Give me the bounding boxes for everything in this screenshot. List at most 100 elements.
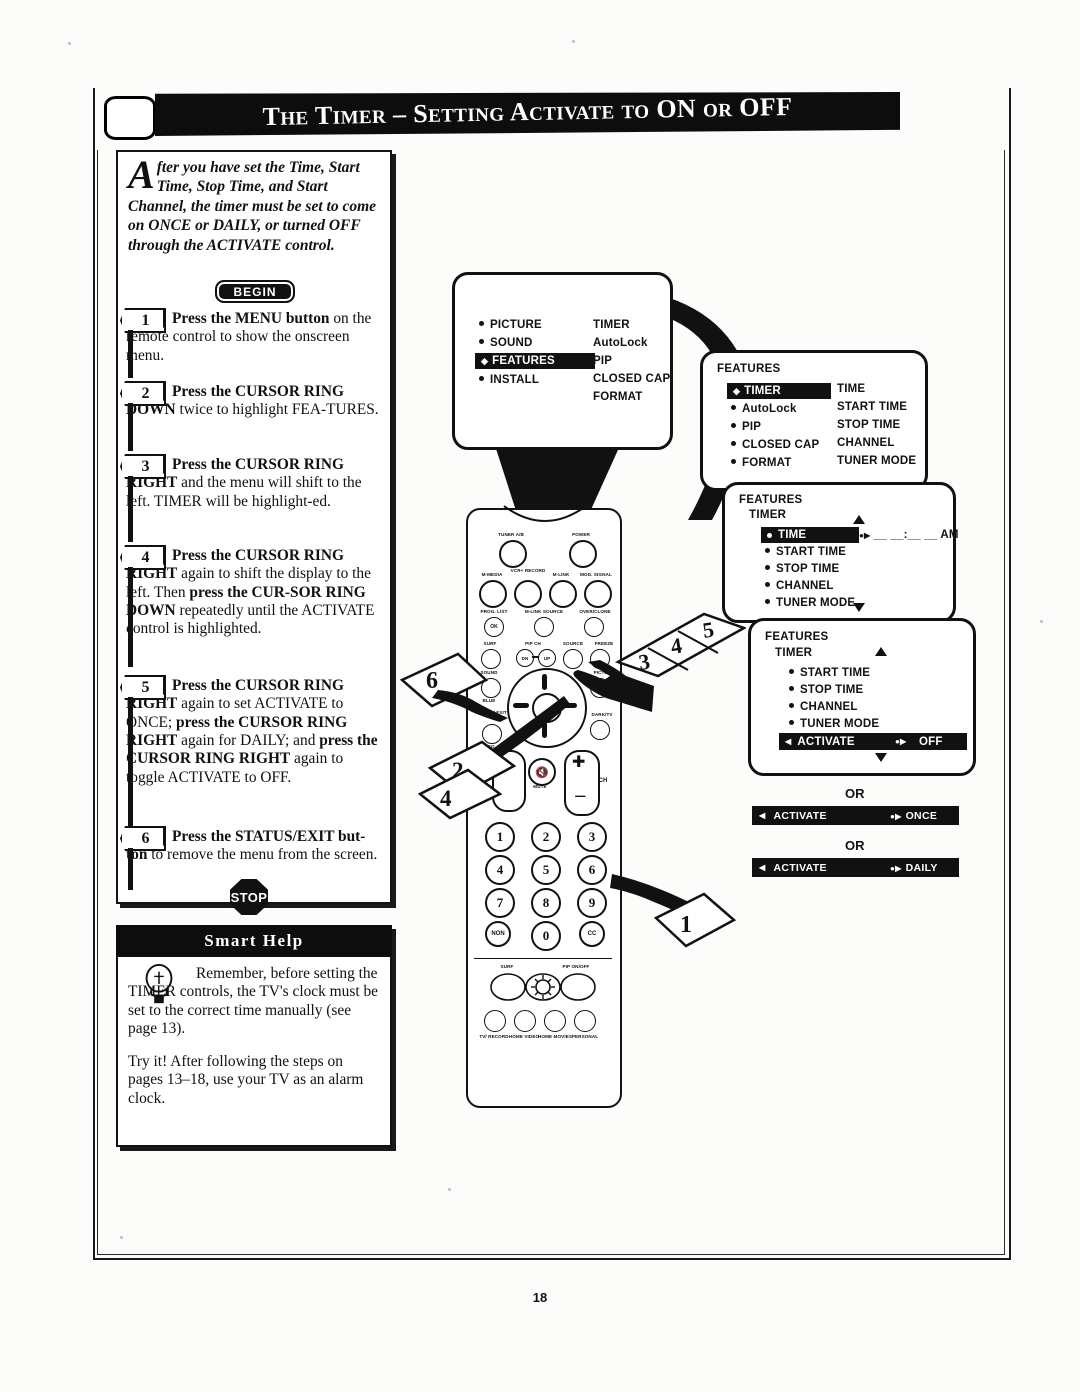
menu-item-sound: SOUND	[479, 337, 533, 349]
features-value-tuner-mode: TUNER MODE	[837, 455, 917, 467]
step-1-rule	[128, 330, 133, 378]
key-4[interactable]: 4	[485, 855, 515, 885]
page-title-banner: THE TIMER – SETTING ACTIVATE TO ON OR OF…	[155, 92, 900, 136]
svg-text:1: 1	[680, 912, 692, 938]
activate-once-bar: ◀ ACTIVATE ●▶ ONCE	[752, 806, 959, 825]
step-5-rule	[128, 697, 133, 831]
activate-item-channel: CHANNEL	[789, 701, 858, 713]
surf-pip-button-cluster[interactable]	[488, 972, 598, 1002]
features-item-pip: PIP	[731, 421, 761, 433]
features-item-format: FORMAT	[731, 457, 792, 469]
key-1[interactable]: 1	[485, 822, 515, 852]
remote-label-home-video: HOME VIDEO	[508, 1034, 540, 1039]
remote-label-surf: SURF	[483, 641, 497, 646]
submenu-item-autolock: AutoLock	[593, 337, 648, 349]
page-number: 18	[532, 1290, 548, 1305]
remote-label-prog-list: PROG. LIST	[480, 609, 508, 614]
or-label-1: OR	[845, 786, 865, 801]
timer-item-time-highlighted: TIME	[761, 527, 859, 543]
page-title: THE TIMER – SETTING ACTIVATE TO ON OR OF…	[262, 92, 793, 132]
tv-screen-features-menu: FEATURES ◆ TIMER AutoLock PIP CLOSED CAP …	[700, 350, 928, 491]
remote-label-tuner-ab: TUNER A/B	[498, 532, 524, 537]
activate-item-tuner-mode: TUNER MODE	[789, 718, 879, 730]
intro-paragraph: After you have set the Time, Start Time,…	[128, 152, 378, 255]
stop-label: STOP	[230, 889, 268, 905]
timer-item-stop-time: STOP TIME	[765, 563, 839, 575]
menu-item-features-highlighted: ◆ FEATURES	[475, 353, 595, 369]
remote-label-source: SOURCE	[562, 641, 584, 646]
remote-label-power: POWER	[572, 532, 590, 537]
step-3-number: 3	[120, 454, 166, 479]
remote-button-power[interactable]	[569, 540, 597, 568]
remote-button-home-movies[interactable]	[544, 1010, 566, 1032]
remote-button-tuner-ab[interactable]	[499, 540, 527, 568]
remote-button-prog-list-ok[interactable]: OK	[484, 617, 504, 637]
key-9[interactable]: 9	[577, 888, 607, 918]
activate-scroll-up-arrow-icon	[875, 647, 887, 656]
features-screen-title: FEATURES	[717, 363, 781, 375]
remote-top-curve	[503, 505, 587, 522]
key-6[interactable]: 6	[577, 855, 607, 885]
step-6-rule	[128, 848, 133, 890]
tv-screen-timer-menu: FEATURES TIMER TIME START TIME STOP TIME…	[722, 482, 958, 623]
manual-page: THE TIMER – SETTING ACTIVATE TO ON OR OF…	[0, 0, 1080, 1392]
or-label-2: OR	[845, 838, 865, 853]
activate-screen-subtitle: TIMER	[775, 647, 813, 659]
key-8[interactable]: 8	[531, 888, 561, 918]
smart-help-paragraph-2: Try it! After following the steps on pag…	[128, 1052, 364, 1107]
activate-daily-bar: ◀ ACTIVATE ●▶ DAILY	[752, 858, 959, 877]
stop-badge: STOP	[230, 879, 268, 915]
intro-dropcap: A	[128, 152, 155, 197]
key-0[interactable]: 0	[531, 921, 561, 951]
step-2-rule	[128, 403, 133, 451]
submenu-item-format: FORMAT	[593, 391, 643, 403]
features-value-channel: CHANNEL	[837, 437, 895, 449]
scroll-down-arrow-icon	[853, 603, 865, 612]
smart-help-paragraph-1: Remember, before setting the TIMER contr…	[128, 965, 378, 1038]
step-5-number: 5	[120, 675, 166, 700]
timer-item-start-time: START TIME	[765, 546, 846, 558]
remote-button-vcr-record[interactable]	[514, 580, 542, 608]
features-value-time: TIME	[837, 383, 866, 395]
smart-help-header: Smart Help	[116, 925, 392, 957]
key-2[interactable]: 2	[531, 822, 561, 852]
key-7[interactable]: 7	[485, 888, 515, 918]
key-3[interactable]: 3	[577, 822, 607, 852]
cursor-ring-up[interactable]	[542, 674, 547, 690]
remote-button-tv-record[interactable]	[484, 1010, 506, 1032]
activate-item-highlighted: ◀ ACTIVATE ●▶ OFF	[779, 733, 967, 750]
remote-label-bottom-surf: SURF	[500, 964, 514, 969]
features-item-closed-cap: CLOSED CAP	[731, 439, 819, 451]
intro-text: fter you have set the Time, Start Time, …	[128, 159, 377, 254]
remote-button-m-media[interactable]	[479, 580, 507, 608]
activate-item-start-time: START TIME	[789, 667, 870, 679]
step-5: 5 Press the CURSOR RING RIGHT again to s…	[120, 675, 382, 831]
key-cc[interactable]: CC	[579, 921, 605, 947]
remote-label-home-movies: HOME MOVIES	[538, 1034, 573, 1039]
key-non[interactable]: NON	[485, 921, 511, 947]
remote-label-tv-record: TV/ RECORD	[479, 1034, 509, 1039]
smart-help-panel: Smart Help Remember, before setting the …	[116, 925, 392, 1147]
step-2: 2 Press the CURSOR RING DOWN twice to hi…	[120, 381, 382, 451]
remote-button-m-link-source[interactable]	[534, 617, 554, 637]
remote-button-personal[interactable]	[574, 1010, 596, 1032]
timer-item-tuner-mode: TUNER MODE	[765, 597, 855, 609]
key-5[interactable]: 5	[531, 855, 561, 885]
tv-screen-main-menu: PICTURE SOUND ◆ FEATURES INSTALL TIMER Au…	[452, 272, 673, 450]
timer-item-channel: CHANNEL	[765, 580, 834, 592]
remote-label-m-media: M-MEDIA	[481, 572, 503, 577]
remote-button-home-video[interactable]	[514, 1010, 536, 1032]
smart-help-body: Remember, before setting the TIMER contr…	[128, 965, 380, 1108]
remote-button-pip-ch-up[interactable]: UP	[538, 649, 556, 667]
submenu-item-timer: TIMER	[593, 319, 630, 331]
begin-badge: BEGIN	[215, 280, 295, 303]
svg-text:4: 4	[440, 786, 452, 811]
remote-label-ch: CH	[598, 778, 608, 784]
features-item-autolock: AutoLock	[731, 403, 797, 415]
submenu-item-pip: PIP	[593, 355, 613, 367]
remote-label-personal: PERSONAL	[571, 1034, 599, 1039]
remote-label-m-link: M-LINK	[552, 572, 570, 577]
step-4-number: 4	[120, 545, 166, 570]
remote-button-m-link[interactable]	[549, 580, 577, 608]
activate-scroll-down-arrow-icon	[875, 753, 887, 762]
